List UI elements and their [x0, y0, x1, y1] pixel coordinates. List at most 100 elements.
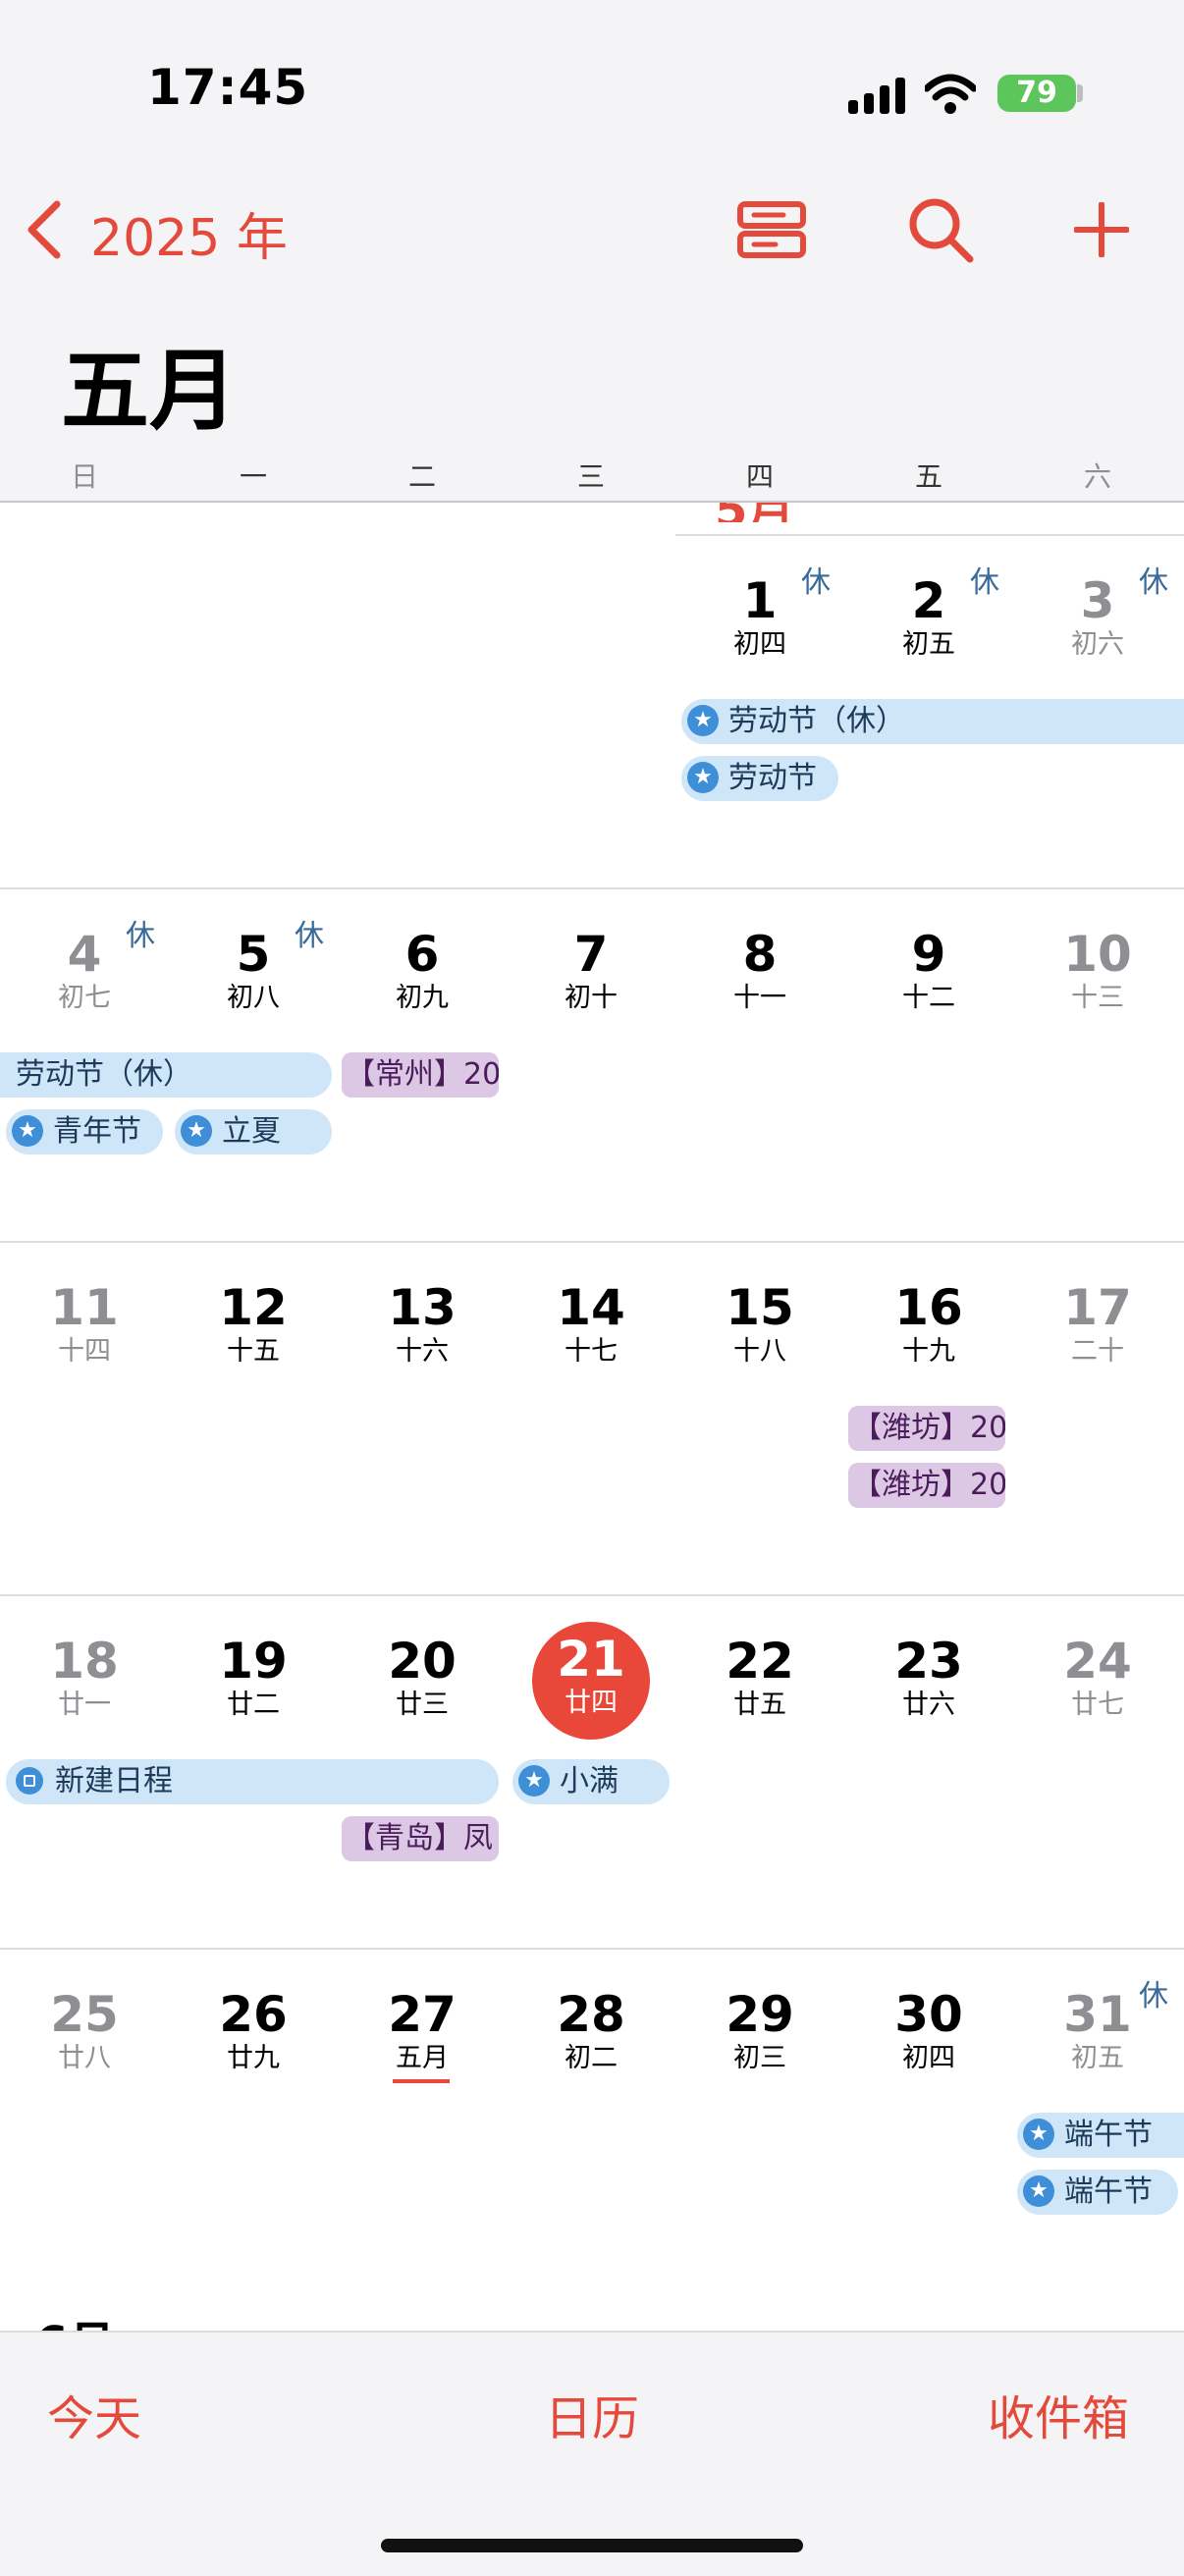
rest-day-badge: 休 [126, 919, 155, 953]
day-cell[interactable]: 27 五月 [338, 1987, 507, 2075]
list-view-icon[interactable] [736, 200, 807, 261]
day-cell[interactable]: 15 十八 [675, 1280, 844, 1368]
day-cell[interactable]: 13 十六 [338, 1280, 507, 1368]
day-number: 24 [1063, 1633, 1132, 1690]
day-cell[interactable]: 17 二十 [1013, 1280, 1182, 1368]
lunar-date: 二十 [1071, 1336, 1124, 1367]
event-labor-day-rest[interactable]: ★ 劳动节（休） [681, 699, 1184, 744]
battery-icon: 79 [997, 75, 1076, 112]
event-title: 青年节 [53, 1114, 141, 1149]
lunar-date: 十二 [902, 983, 955, 1013]
home-indicator[interactable] [381, 2539, 803, 2552]
event-labor-day[interactable]: ★ 劳动节 [681, 756, 838, 801]
day-cell[interactable]: 30 初四 [844, 1987, 1013, 2075]
day-number: 26 [219, 1986, 288, 2043]
day-number: 8 [742, 926, 778, 983]
event-labor-day-rest[interactable]: 劳动节（休） [0, 1052, 332, 1098]
day-number: 14 [557, 1279, 625, 1336]
day-number: 27 [388, 1986, 457, 2043]
day-cell[interactable]: 18 廿一 [0, 1634, 169, 1722]
lunar-date: 廿六 [902, 1690, 955, 1720]
day-cell[interactable]: 9 十二 [844, 927, 1013, 1015]
event-xiaoman[interactable]: ★ 小满 [512, 1759, 670, 1804]
event-title: 立夏 [222, 1114, 281, 1149]
day-cell[interactable]: 14 十七 [507, 1280, 675, 1368]
calendars-button[interactable]: 日历 [545, 2380, 639, 2448]
star-icon: ★ [687, 704, 719, 736]
event-title: 新建日程 [55, 1764, 173, 1798]
event-weifang[interactable]: 【潍坊】20 [848, 1406, 1005, 1451]
day-cell[interactable]: 12 十五 [169, 1280, 338, 1368]
search-icon[interactable] [907, 196, 976, 265]
lunar-date: 廿五 [733, 1690, 786, 1720]
day-number: 17 [1063, 1279, 1132, 1336]
day-cell[interactable]: 25 廿八 [0, 1987, 169, 2075]
today-button[interactable]: 今天 [47, 2380, 141, 2448]
divider [0, 501, 1184, 503]
day-number: 25 [50, 1986, 119, 2043]
lunar-date: 十八 [733, 1336, 786, 1367]
day-number: 9 [911, 926, 946, 983]
calendar-icon [16, 1766, 43, 1795]
lunar-date: 十九 [902, 1336, 955, 1367]
day-cell[interactable]: 20 廿三 [338, 1634, 507, 1722]
event-title: 劳动节（休） [728, 704, 905, 738]
day-cell[interactable]: 29 初三 [675, 1987, 844, 2075]
day-number: 11 [50, 1279, 119, 1336]
day-cell[interactable]: 22 廿五 [675, 1634, 844, 1722]
signal-icon [848, 77, 907, 116]
lunar-date: 十三 [1071, 983, 1124, 1013]
event-title: 【青岛】凤 [346, 1821, 493, 1855]
day-cell[interactable]: 10 十三 [1013, 927, 1182, 1015]
day-cell[interactable]: 6 初九 [338, 927, 507, 1015]
day-cell[interactable]: 24 廿七 [1013, 1634, 1182, 1722]
day-number: 20 [388, 1633, 457, 1690]
chevron-left-icon[interactable] [24, 200, 67, 259]
event-youth-day[interactable]: ★ 青年节 [6, 1109, 163, 1154]
day-number: 30 [894, 1986, 963, 2043]
plus-icon[interactable] [1073, 201, 1130, 258]
event-new-event[interactable]: 新建日程 [6, 1759, 499, 1804]
lunar-date: 初五 [1071, 2043, 1124, 2073]
event-dragon-boat[interactable]: ★ 端午节 [1017, 2113, 1184, 2158]
lunar-month-start-marker [393, 2079, 450, 2083]
day-number: 29 [726, 1986, 794, 2043]
star-icon: ★ [1023, 2118, 1054, 2150]
event-weifang[interactable]: 【潍坊】20 [848, 1463, 1005, 1508]
event-title: 劳动节 [728, 761, 817, 795]
day-cell[interactable]: 28 初二 [507, 1987, 675, 2075]
back-year-link[interactable]: 2025 年 [90, 196, 288, 270]
weekday-label: 日 [70, 460, 98, 493]
lunar-date: 十五 [227, 1336, 280, 1367]
day-cell[interactable]: 19 廿二 [169, 1634, 338, 1722]
day-cell[interactable]: 23 廿六 [844, 1634, 1013, 1722]
event-title: 端午节 [1064, 2174, 1153, 2209]
event-lixia[interactable]: ★ 立夏 [175, 1109, 332, 1154]
lunar-date: 初三 [733, 2043, 786, 2073]
inbox-button[interactable]: 收件箱 [988, 2380, 1129, 2448]
rest-day-badge: 休 [1139, 565, 1168, 600]
event-dragon-boat[interactable]: ★ 端午节 [1017, 2170, 1178, 2215]
event-changzhou[interactable]: 【常州】20 [342, 1052, 499, 1098]
weekday-header: 日 一 二 三 四 五 六 [0, 456, 1184, 501]
lunar-date: 初四 [733, 629, 786, 660]
event-qingdao[interactable]: 【青岛】凤 [342, 1816, 499, 1861]
month-peek-label: 5月 [715, 503, 833, 522]
lunar-date: 十七 [565, 1336, 618, 1367]
day-number: 6 [404, 926, 440, 983]
event-title: 端午节 [1064, 2118, 1153, 2152]
day-cell[interactable]: 11 十四 [0, 1280, 169, 1368]
day-number: 7 [573, 926, 609, 983]
today-highlight[interactable]: 21 廿四 [532, 1622, 650, 1740]
divider [0, 1948, 1184, 1950]
weekday-label: 二 [407, 460, 436, 493]
day-cell[interactable]: 7 初十 [507, 927, 675, 1015]
month-title: 五月 [61, 340, 238, 443]
event-title: 【潍坊】20 [852, 1468, 1005, 1502]
day-cell[interactable]: 16 十九 [844, 1280, 1013, 1368]
day-cell[interactable]: 8 十一 [675, 927, 844, 1015]
day-number: 16 [894, 1279, 963, 1336]
battery-nub [1077, 84, 1083, 102]
next-month-peek-label: 6月 [35, 2305, 153, 2331]
day-cell[interactable]: 26 廿九 [169, 1987, 338, 2075]
